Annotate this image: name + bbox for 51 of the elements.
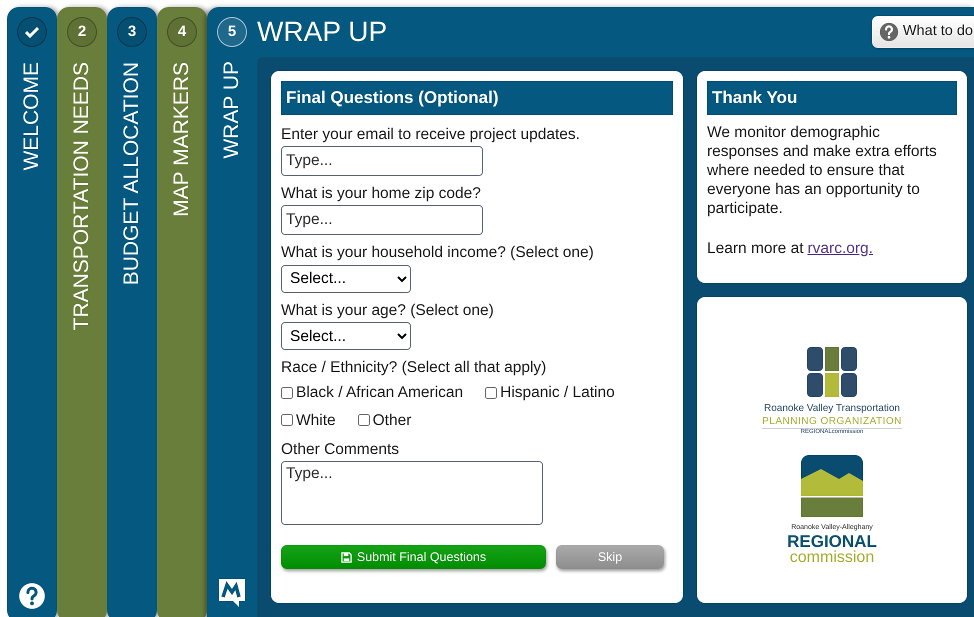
tab-label: TRANSPORTATION NEEDS <box>69 62 94 330</box>
help-icon <box>878 22 899 42</box>
checkbox-label: White <box>296 410 336 431</box>
checkbox-label: Other <box>372 410 412 431</box>
checkbox-label: Hispanic / Latino <box>500 383 615 404</box>
learn-more-text: Learn more at <box>707 238 804 258</box>
help-icon <box>18 582 46 610</box>
tab-label: BUDGET ALLOCATION <box>119 62 144 286</box>
page-title: WRAP UP <box>257 15 388 49</box>
logo-text: PLANNING ORGANIZATION <box>762 416 902 429</box>
logo-text: REGIONAL <box>787 533 877 550</box>
comments-field[interactable]: Type... <box>281 461 543 526</box>
checkbox-label: Black / African American <box>296 383 464 404</box>
mountain-logo-icon <box>801 454 863 516</box>
text-field[interactable]: Type... <box>281 205 483 236</box>
card-title: Thank You <box>707 81 957 114</box>
step-tab[interactable]: 3 BUDGET ALLOCATION <box>107 7 157 617</box>
select-dropdown[interactable]: Select... <box>281 322 411 350</box>
question-label: What is your age? (Select one) <box>281 300 495 320</box>
checkmark-icon <box>25 26 39 38</box>
question-label: What is your home zip code? <box>281 184 482 204</box>
step-tab[interactable]: 4 MAP MARKERS <box>157 7 207 617</box>
form-title: Final Questions (Optional) <box>281 81 673 114</box>
text-field[interactable]: Type... <box>281 146 483 176</box>
logo-text: Roanoke Valley Transportation <box>764 403 900 416</box>
question-label: What is your household income? (Select one) <box>281 243 595 263</box>
thank-you-text: We monitor demographic responses and make extra efforts where needed to ensure that everyone has an opportunity to participate. <box>707 122 938 218</box>
step-tab[interactable]: WELCOME <box>7 7 57 617</box>
tab-label: WRAP UP <box>219 61 244 159</box>
step-number: 4 <box>167 17 197 47</box>
question-label: Other Comments <box>281 440 400 460</box>
question-label: Enter your email to receive project updates. <box>281 124 581 144</box>
speech-bubble-logo-icon <box>218 578 246 608</box>
submit-button[interactable]: Submit Final Questions <box>281 545 546 570</box>
select-dropdown[interactable]: Select... <box>281 264 411 293</box>
checkbox[interactable] <box>281 387 293 399</box>
logo-text: commission <box>790 550 874 566</box>
tab-label: MAP MARKERS <box>169 62 194 217</box>
checkbox[interactable] <box>358 414 370 426</box>
tpo-logo-icon <box>807 347 857 397</box>
step-number: 5 <box>217 17 247 47</box>
question-label: Race / Ethnicity? (Select all that apply) <box>281 358 548 378</box>
step-tab[interactable]: 2 TRANSPORTATION NEEDS <box>57 7 107 617</box>
step-number: 2 <box>67 17 97 47</box>
save-icon <box>340 552 352 563</box>
checkbox[interactable] <box>281 414 293 426</box>
tab-label: WELCOME <box>19 62 44 171</box>
checkbox[interactable] <box>485 387 498 399</box>
what-to-do-button[interactable]: What to do <box>872 16 974 48</box>
step-number: 3 <box>117 17 147 47</box>
rvarc-link[interactable]: rvarc.org. <box>808 236 873 260</box>
